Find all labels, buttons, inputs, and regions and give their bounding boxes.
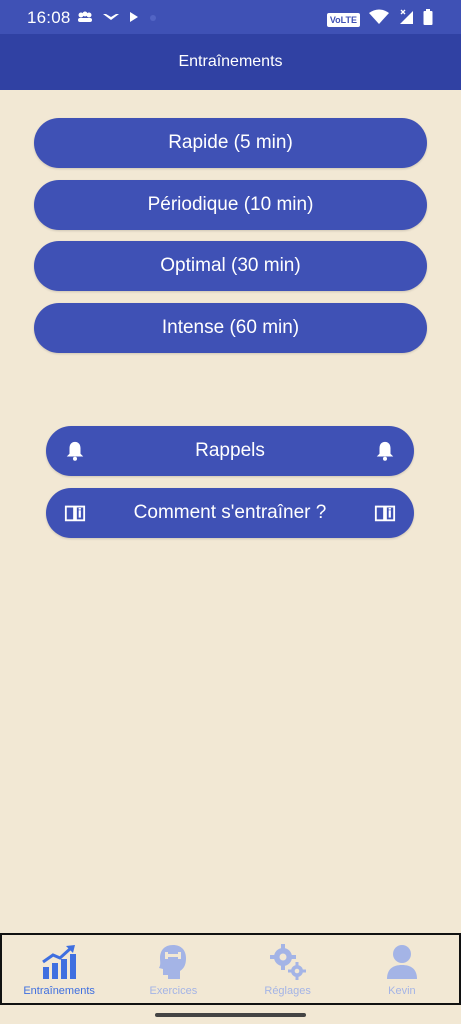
nav-label-exercises: Exercices: [149, 985, 198, 997]
cell-signal-icon: [398, 9, 414, 30]
how-to-train-button[interactable]: Comment s'entraîner ?: [46, 488, 414, 538]
bell-icon: [374, 440, 396, 462]
book-info-icon: [64, 502, 86, 524]
page-title: Entraînements: [178, 53, 283, 70]
gesture-area: [0, 1005, 461, 1024]
nav-label-profile: Kevin: [388, 985, 416, 997]
nav-item-settings[interactable]: Réglages: [231, 935, 345, 1003]
nav-item-profile[interactable]: Kevin: [345, 935, 459, 1003]
status-time: 16:08: [27, 8, 71, 27]
gears-icon: [269, 943, 307, 981]
bottom-navigation: Entraînements Exercices Réglages Kevin: [0, 933, 461, 1005]
nav-item-trainings[interactable]: Entraînements: [2, 935, 116, 1003]
user-icon: [383, 943, 421, 981]
wifi-icon: [369, 9, 389, 30]
reminders-button[interactable]: Rappels: [46, 426, 414, 476]
workout-optimal-button[interactable]: Optimal (30 min): [34, 241, 427, 291]
bar-chart-trend-icon: [40, 943, 78, 981]
book-info-icon: [374, 502, 396, 524]
workout-periodic-label: Périodique (10 min): [147, 194, 314, 215]
bell-icon: [64, 440, 86, 462]
workout-quick-button[interactable]: Rapide (5 min): [34, 118, 427, 168]
home-gesture-handle[interactable]: [155, 1013, 306, 1017]
workout-optimal-label: Optimal (30 min): [160, 255, 301, 276]
nav-label-settings: Réglages: [264, 985, 311, 997]
dot-notification-icon: [148, 9, 158, 25]
battery-icon: [423, 9, 433, 30]
how-to-train-label: Comment s'entraîner ?: [133, 502, 327, 523]
system-status-icons: VoLTE: [326, 9, 433, 30]
nav-label-trainings: Entraînements: [23, 985, 95, 997]
workout-periodic-button[interactable]: Périodique (10 min): [34, 180, 427, 230]
nav-item-exercises[interactable]: Exercices: [116, 935, 230, 1003]
play-notification-icon: [128, 9, 140, 25]
workout-intense-button[interactable]: Intense (60 min): [34, 303, 427, 353]
reminders-label: Rappels: [195, 440, 265, 461]
notification-icons: [76, 9, 158, 25]
status-bar: 16:08 VoLTE: [0, 0, 461, 34]
workout-intense-label: Intense (60 min): [161, 317, 300, 338]
volte-badge: VoLTE: [326, 12, 360, 27]
bird-notification-icon: [102, 9, 120, 25]
brain-head-icon: [154, 943, 192, 981]
workout-quick-label: Rapide (5 min): [168, 132, 293, 153]
people-notification-icon: [76, 9, 94, 25]
app-bar: Entraînements: [0, 34, 461, 90]
